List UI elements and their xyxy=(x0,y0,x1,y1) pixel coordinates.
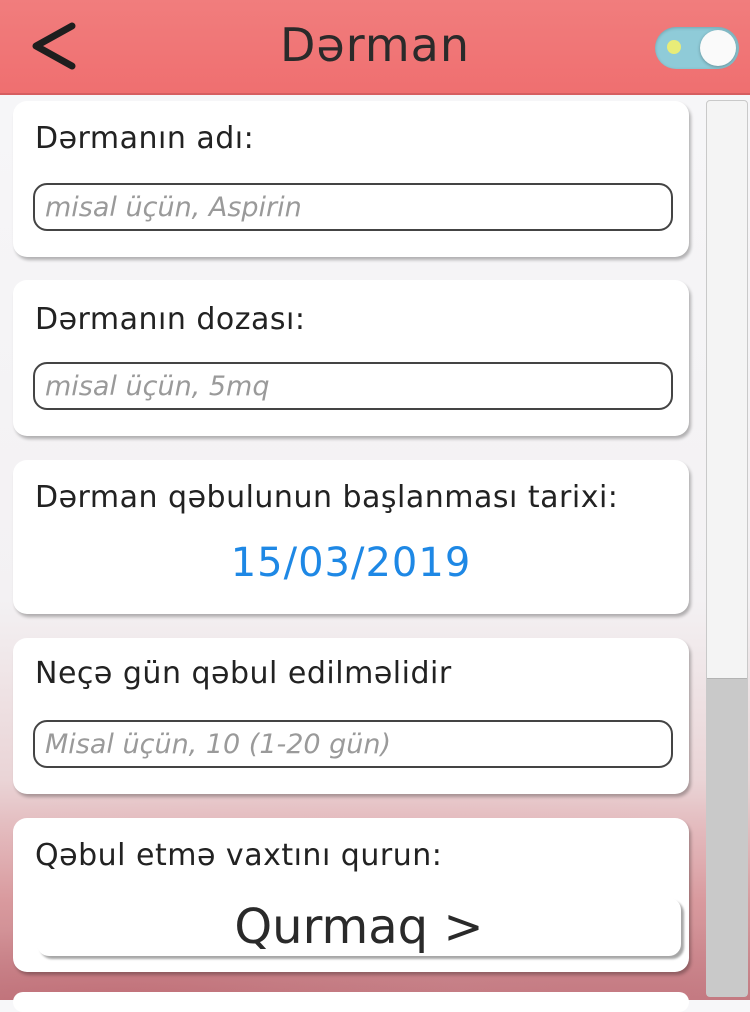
toggle-knob xyxy=(700,30,736,66)
start-date-card: Dərman qəbulunun başlanması tarixi: 15/0… xyxy=(13,460,689,614)
medicine-dose-input[interactable] xyxy=(33,362,673,410)
duration-days-card: Neçə gün qəbul edilməlidir xyxy=(13,638,689,794)
duration-days-input[interactable] xyxy=(33,720,673,768)
duration-days-label: Neçə gün qəbul edilməlidir xyxy=(35,656,452,691)
set-schedule-button[interactable]: Qurmaq > xyxy=(37,898,681,956)
next-card-partial xyxy=(13,992,689,1012)
medicine-name-label: Dərmanın adı: xyxy=(35,121,255,156)
scrollbar-thumb[interactable] xyxy=(707,678,747,996)
medicine-name-input[interactable] xyxy=(33,183,673,231)
toggle-switch[interactable] xyxy=(655,27,739,69)
medicine-dose-label: Dərmanın dozası: xyxy=(35,302,306,337)
medicine-name-card: Dərmanın adı: xyxy=(13,101,689,257)
schedule-card: Qəbul etmə vaxtını qurun: Qurmaq > xyxy=(13,818,689,972)
scrollbar[interactable] xyxy=(706,100,748,997)
toggle-indicator-dot xyxy=(667,40,681,54)
app-header: Dərman xyxy=(0,0,750,95)
start-date-label: Dərman qəbulunun başlanması tarixi: xyxy=(35,480,619,515)
start-date-value[interactable]: 15/03/2019 xyxy=(13,540,689,586)
medicine-dose-card: Dərmanın dozası: xyxy=(13,280,689,436)
schedule-label: Qəbul etmə vaxtını qurun: xyxy=(35,838,443,873)
page-title: Dərman xyxy=(280,18,470,72)
